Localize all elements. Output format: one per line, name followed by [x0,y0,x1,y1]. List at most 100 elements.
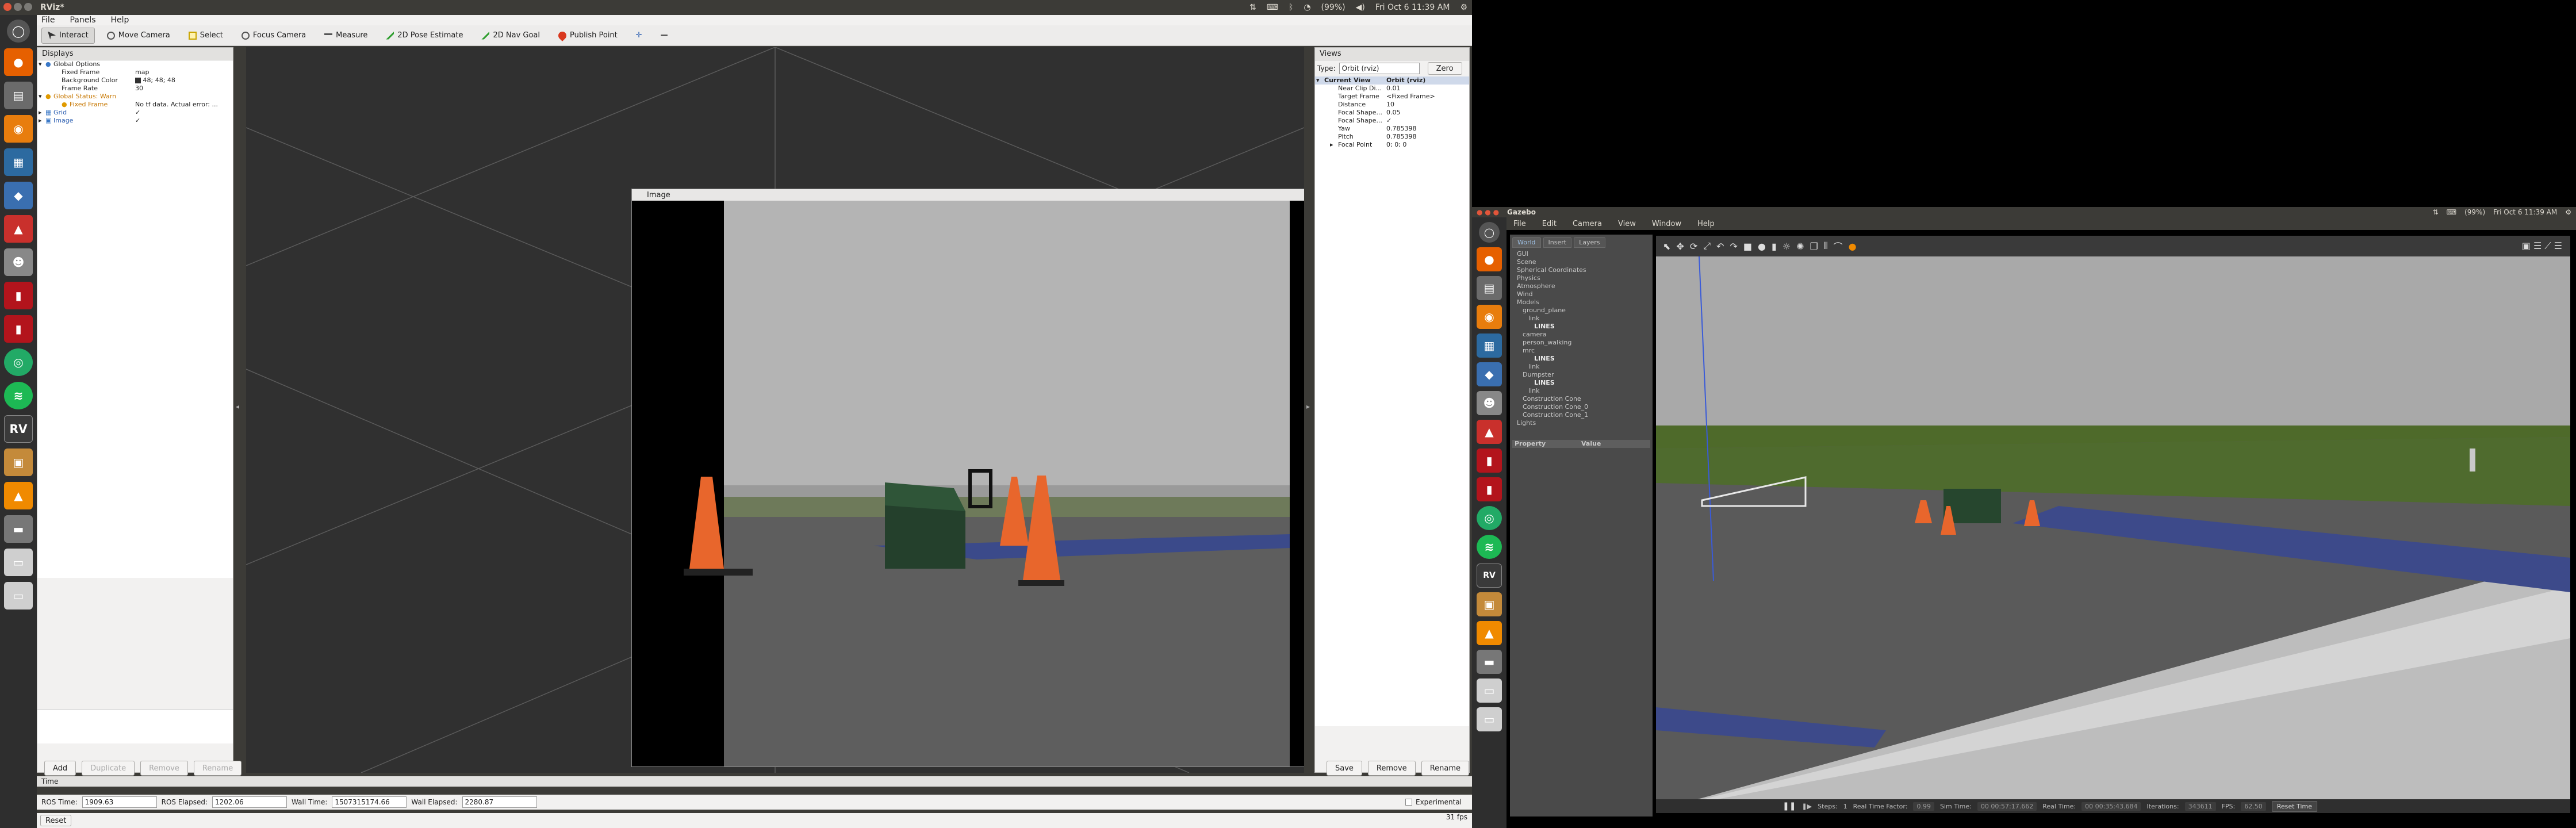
tree-value[interactable]: 0; 0; 0 [1386,141,1406,149]
tree-value[interactable]: 0.785398 [1386,133,1417,141]
world-tree-item[interactable]: Atmosphere [1517,282,1555,290]
tab-insert[interactable]: Insert [1543,237,1572,248]
experimental-checkbox[interactable]: Experimental [1405,798,1462,806]
record-icon[interactable]: ● [1849,241,1857,252]
image-window[interactable]: Image [631,189,1304,767]
world-tree-item[interactable]: link [1528,387,1539,395]
volume-icon[interactable]: ◀) [1356,3,1365,12]
world-tree-item[interactable]: Spherical Coordinates [1517,266,1586,274]
network-icon[interactable]: ▦ [1477,334,1502,358]
remove-button[interactable]: Remove [140,761,188,776]
vlc-icon[interactable]: ▲ [4,482,33,509]
search-icon[interactable]: ◯ [1479,222,1500,243]
copy-icon[interactable]: ❐ [1810,241,1818,252]
checkbox-box[interactable] [1405,799,1412,806]
drive2-icon[interactable]: ▭ [1477,707,1502,731]
chevron-right-icon[interactable]: ▸ [39,117,42,125]
package-icon[interactable]: ▣ [1477,592,1502,616]
reset-button[interactable]: Reset [40,815,72,826]
light-icon[interactable]: ✺ [1796,241,1804,252]
views-tree[interactable]: ▾ Current View Orbit (rviz) Near Clip Di..… [1315,76,1469,726]
chevron-down-icon[interactable]: ▾ [1316,76,1320,85]
drive-icon[interactable]: ▭ [1477,678,1502,703]
remove-tool-button[interactable]: — [654,28,674,44]
world-tree-item[interactable]: LINES [1534,323,1555,331]
collapse-right-handle[interactable]: ▸ [1306,402,1310,411]
screenshot-icon[interactable]: ▣ ☰ ⟋ ☰ [2522,240,2562,252]
sphere-icon[interactable]: ● [1758,241,1766,252]
chevron-right-icon[interactable]: ▸ [1330,141,1333,149]
vlc-icon[interactable]: ▲ [1477,621,1502,645]
network-icon[interactable]: ▦ [4,148,33,176]
type-select[interactable]: Orbit (rviz) [1339,63,1420,74]
world-tree-item[interactable]: camera [1523,331,1547,339]
nav-goal-button[interactable]: 2D Nav Goal [475,28,546,44]
box-icon[interactable]: ■ [1743,241,1752,252]
terminal2-icon[interactable]: ▮ [1477,477,1502,501]
menu-edit[interactable]: Edit [1542,220,1557,228]
image-checkbox[interactable]: ✓ [135,117,140,125]
firefox-icon[interactable]: ● [1477,247,1502,271]
tree-value[interactable]: 0.01 [1386,85,1401,93]
files-icon[interactable]: ▤ [4,82,33,109]
views-row-current[interactable]: ▾ Current View Orbit (rviz) [1315,76,1469,85]
pose-estimate-button[interactable]: 2D Pose Estimate [379,28,469,44]
rotate-icon[interactable]: ⟳ [1690,241,1697,252]
tree-row-background-color[interactable]: Background Color 48; 48; 48 [37,76,233,85]
menu-help[interactable]: Help [111,16,129,25]
qt-icon[interactable]: ◆ [1477,362,1502,386]
chevron-down-icon[interactable]: ▾ [39,60,42,68]
tree-row-frame-rate[interactable]: Frame Rate 30 [37,85,233,93]
keyboard-icon[interactable]: ⌨ [2447,208,2456,216]
clock[interactable]: Fri Oct 6 11:39 AM [1375,3,1450,12]
rviz-icon[interactable]: RV [1477,564,1502,588]
gear-icon[interactable]: ⚙ [2565,208,2571,216]
sun-icon[interactable]: ☼ [1782,241,1791,252]
rviz-icon[interactable]: RV [4,415,33,443]
tree-row-image[interactable]: ▸ ▣ Image ✓ [37,117,233,125]
spotify-icon[interactable]: ≋ [4,382,33,409]
drive2-icon[interactable]: ▭ [4,582,33,610]
cylinder-icon[interactable]: ▮ [1772,241,1777,252]
save-button[interactable]: Save [1327,761,1362,776]
views-row[interactable]: Focal Shape... 0.05 [1315,109,1469,117]
snap-icon[interactable]: ⌒ [1834,239,1843,253]
world-tree-item[interactable]: Physics [1517,274,1540,282]
search-icon[interactable]: ◯ [7,20,30,43]
chrome-icon[interactable]: ◎ [1477,506,1502,530]
world-tree-item[interactable]: link [1528,315,1539,323]
collapse-left-handle[interactable]: ◂ [236,402,239,411]
terminal-icon[interactable]: ▮ [4,282,33,309]
zero-button[interactable]: Zero [1427,62,1462,75]
tree-value[interactable]: map [135,68,149,76]
gazebo-world-tree[interactable]: GUI Scene Spherical Coordinates Physics Atmo… [1510,250,1653,440]
world-tree-item[interactable]: Construction Cone [1523,395,1581,403]
firefox-icon[interactable]: ● [4,48,33,76]
scale-icon[interactable]: ⤢ [1703,240,1711,252]
views-row[interactable]: Pitch 0.785398 [1315,133,1469,141]
reset-time-button[interactable]: Reset Time [2271,800,2317,812]
tab-world[interactable]: World [1512,237,1541,248]
wifi-icon[interactable]: ◔ [1304,3,1310,12]
focus-camera-button[interactable]: Focus Camera [235,28,312,44]
app-icon[interactable]: ▲ [4,215,33,243]
tree-row-fixed-frame-status[interactable]: ● Fixed Frame No tf data. Actual error: ..… [37,101,233,109]
measure-button[interactable]: Measure [318,28,374,44]
world-tree-item[interactable]: LINES [1534,379,1555,387]
rviz-3d-viewport[interactable]: Image [246,47,1304,773]
terminal-icon[interactable]: ▮ [1477,448,1502,473]
world-tree-item[interactable]: mrc [1523,347,1535,355]
world-tree-item[interactable]: Models [1517,298,1539,306]
tree-value[interactable]: 0.785398 [1386,125,1417,133]
gazebo-3d-view[interactable] [1656,236,2570,811]
gear-icon[interactable]: ⚙ [1460,3,1467,12]
robot-icon[interactable]: ☻ [1477,391,1502,415]
rename-view-button[interactable]: Rename [1421,761,1470,776]
tree-row-grid[interactable]: ▸ ▦ Grid ✓ [37,109,233,117]
drive-icon[interactable]: ▭ [4,549,33,576]
terminal2-icon[interactable]: ▮ [4,315,33,343]
package-icon[interactable]: ▣ [4,448,33,476]
image-window-titlebar[interactable]: Image [632,189,1304,201]
qt-icon[interactable]: ◆ [4,182,33,209]
add-button[interactable]: Add [44,761,76,776]
